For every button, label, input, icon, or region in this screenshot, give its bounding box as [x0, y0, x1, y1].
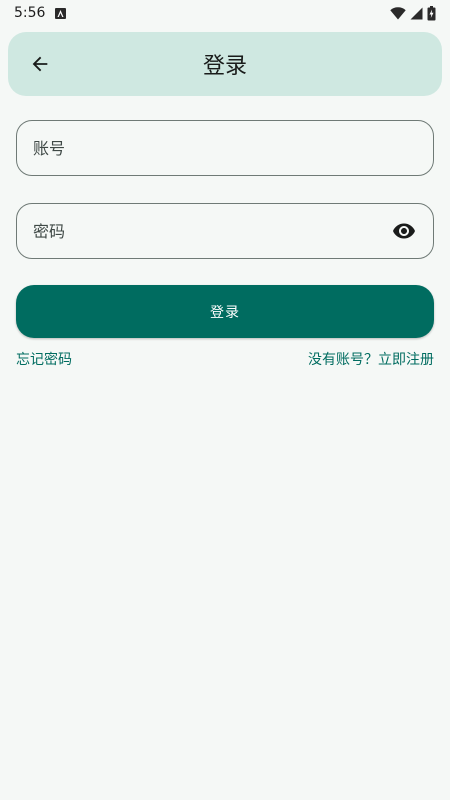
- notification-a-icon: [55, 7, 67, 19]
- battery-charging-icon: [427, 5, 436, 20]
- login-screen: 5:56 登录 账号 登录 忘记密码 没有账号？立即注册: [0, 0, 450, 800]
- password-field[interactable]: [16, 203, 434, 259]
- register-link[interactable]: 没有账号？立即注册: [308, 349, 434, 369]
- back-button[interactable]: [18, 42, 62, 86]
- status-right: [390, 5, 436, 21]
- app-bar: 登录: [8, 32, 442, 96]
- arrow-left-icon: [32, 56, 48, 72]
- password-input[interactable]: [33, 221, 389, 241]
- login-button[interactable]: 登录: [16, 285, 434, 338]
- account-field[interactable]: [16, 120, 434, 176]
- forgot-password-link[interactable]: 忘记密码: [16, 349, 72, 369]
- wifi-icon: [390, 6, 406, 19]
- signal-icon: [410, 7, 423, 19]
- toggle-password-visibility-button[interactable]: [389, 216, 419, 246]
- account-input[interactable]: [33, 138, 419, 158]
- status-time: 5:56: [14, 5, 46, 21]
- status-bar: 5:56: [0, 0, 450, 26]
- status-left: 5:56: [14, 5, 67, 21]
- eye-icon: [393, 223, 415, 239]
- page-title: 登录: [202, 54, 247, 79]
